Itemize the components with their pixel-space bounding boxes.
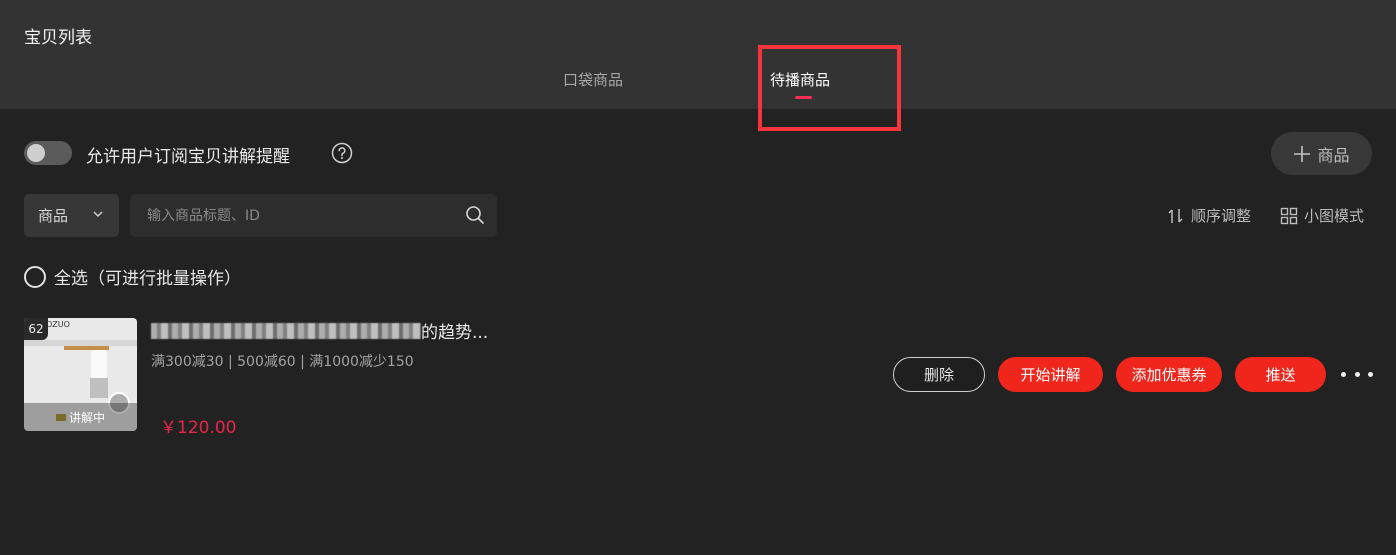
delete-button[interactable]: 删除	[893, 357, 985, 392]
more-dot	[1354, 371, 1360, 377]
product-price: ￥120.00	[160, 418, 237, 438]
subscribe-reminder-toggle[interactable]	[24, 141, 72, 165]
product-index-badge: 62	[24, 318, 48, 340]
more-dot	[1341, 371, 1346, 377]
start-explaining-button[interactable]: 开始讲解	[998, 357, 1103, 392]
search-icon[interactable]	[465, 205, 485, 225]
highlight-annotation-box	[758, 45, 901, 131]
blurred-title-text	[151, 322, 421, 339]
chevron-down-icon	[93, 211, 103, 218]
add-product-button[interactable]: 商品	[1271, 132, 1372, 175]
plus-icon	[1294, 145, 1311, 162]
small-image-mode-label: 小图模式	[1304, 207, 1365, 225]
product-thumbnail[interactable]: OZUO 62 讲解中	[24, 318, 137, 431]
tab-pocket-products[interactable]: 口袋商品	[563, 69, 623, 90]
grid-icon	[1280, 207, 1298, 224]
sort-icon	[1168, 208, 1183, 223]
thumbnail-brand: OZUO	[46, 320, 70, 329]
select-all-radio[interactable]	[24, 265, 46, 288]
live-indicator-icon	[55, 413, 66, 421]
search-box	[130, 194, 497, 237]
small-image-mode-button[interactable]: 小图模式	[1280, 205, 1364, 226]
order-adjust-label: 顺序调整	[1191, 207, 1252, 225]
live-explaining-badge: 讲解中	[24, 403, 137, 431]
toggle-knob	[27, 144, 45, 162]
search-type-value: 商品	[38, 207, 69, 225]
header-bar: 宝贝列表 口袋商品 待播商品	[0, 0, 1396, 109]
help-icon[interactable]	[331, 142, 353, 164]
push-button[interactable]: 推送	[1235, 357, 1326, 392]
add-product-label: 商品	[1317, 145, 1350, 165]
add-coupon-button[interactable]: 添加优惠券	[1116, 357, 1222, 392]
product-title-suffix: 的趋势...	[421, 323, 489, 343]
select-all-label: 全选（可进行批量操作）	[54, 269, 241, 289]
thumbnail-blur	[90, 378, 108, 398]
thumbnail-lamp	[91, 350, 107, 380]
product-promo-text: 满300减30 | 500减60 | 满1000减少150	[151, 354, 414, 370]
live-badge-label: 讲解中	[68, 410, 105, 425]
page-title: 宝贝列表	[24, 28, 92, 48]
search-type-select[interactable]: 商品	[24, 194, 119, 237]
select-all-checkbox[interactable]: 全选（可进行批量操作）	[24, 264, 241, 289]
order-adjust-button[interactable]: 顺序调整	[1167, 205, 1251, 226]
search-input[interactable]	[130, 194, 450, 237]
more-dot	[1368, 371, 1373, 377]
product-title: 的趋势...	[151, 318, 488, 343]
subscribe-reminder-label: 允许用户订阅宝贝讲解提醒	[86, 147, 290, 167]
more-options-icon[interactable]	[1341, 363, 1373, 385]
